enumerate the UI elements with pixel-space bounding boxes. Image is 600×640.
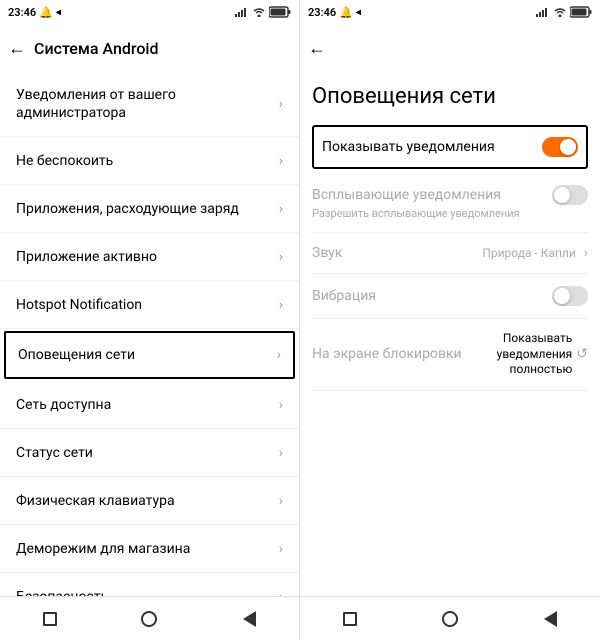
menu-item-battery-apps-chevron: › bbox=[279, 201, 283, 217]
right-nav-recents-icon bbox=[343, 612, 357, 626]
setting-sound-right: Природа - Капли › bbox=[482, 245, 588, 261]
menu-item-app-active[interactable]: Приложение активно › bbox=[0, 233, 299, 281]
menu-item-physical-keyboard[interactable]: Физическая клавиатура › bbox=[0, 477, 299, 525]
left-status-right bbox=[235, 6, 291, 18]
left-panel: 23:46 🔔 ◂ ← С bbox=[0, 0, 300, 640]
left-nav-recents-icon bbox=[43, 612, 57, 626]
setting-popup-notifications-sublabel: Разрешить всплывающие уведомления bbox=[312, 207, 520, 220]
menu-item-admin-notifications-label: Уведомления от вашего администратора bbox=[16, 86, 279, 122]
left-direction-icon: ◂ bbox=[56, 7, 61, 18]
menu-item-do-not-disturb-label: Не беспокоить bbox=[16, 152, 113, 170]
left-signal-icon bbox=[235, 7, 249, 17]
left-nav-home-icon bbox=[141, 611, 157, 627]
menu-item-security-chevron: › bbox=[279, 589, 283, 596]
left-header-title: Система Android bbox=[34, 39, 159, 58]
menu-item-battery-apps-label: Приложения, расходующие заряд bbox=[16, 200, 239, 218]
setting-lock-screen-chevron: ↺ bbox=[576, 346, 588, 362]
popup-toggle-knob bbox=[554, 187, 570, 203]
menu-item-demo-mode-chevron: › bbox=[279, 541, 283, 557]
right-nav-back-button[interactable] bbox=[530, 599, 570, 639]
left-battery-icon bbox=[269, 6, 291, 18]
right-status-left: 23:46 🔔 ◂ bbox=[308, 6, 361, 19]
right-battery-icon bbox=[570, 6, 592, 18]
left-nav-recents-button[interactable] bbox=[30, 599, 70, 639]
right-nav-home-icon bbox=[442, 611, 458, 627]
setting-sound-value: Природа - Капли bbox=[482, 246, 575, 260]
menu-item-physical-keyboard-label: Физическая клавиатура bbox=[16, 492, 175, 510]
setting-popup-notifications[interactable]: Всплывающие уведомления Разрешить всплыв… bbox=[312, 173, 588, 233]
menu-item-battery-apps[interactable]: Приложения, расходующие заряд › bbox=[0, 185, 299, 233]
left-back-button[interactable]: ← bbox=[8, 38, 26, 59]
right-wifi-icon bbox=[553, 7, 567, 17]
menu-item-network-status-chevron: › bbox=[279, 445, 283, 461]
menu-item-demo-mode[interactable]: Деморежим для магазина › bbox=[0, 525, 299, 573]
right-nav-home-button[interactable] bbox=[430, 599, 470, 639]
left-time: 23:46 bbox=[8, 6, 36, 19]
menu-item-hotspot-notification[interactable]: Hotspot Notification › bbox=[0, 281, 299, 329]
menu-item-admin-notifications[interactable]: Уведомления от вашего администратора › bbox=[0, 72, 299, 137]
menu-item-hotspot-notification-chevron: › bbox=[279, 297, 283, 313]
right-header: ← bbox=[300, 24, 600, 72]
setting-vibration[interactable]: Вибрация bbox=[312, 274, 588, 319]
right-status-right bbox=[536, 6, 592, 18]
menu-item-security-label: Безопасность bbox=[16, 588, 108, 596]
setting-popup-notifications-toggle[interactable] bbox=[552, 185, 588, 205]
setting-lock-screen-label: На экране блокировки bbox=[312, 346, 482, 362]
menu-item-do-not-disturb[interactable]: Не беспокоить › bbox=[0, 137, 299, 185]
right-status-bar: 23:46 🔔 ◂ bbox=[300, 0, 600, 24]
right-nav-bar bbox=[300, 596, 600, 640]
menu-item-security[interactable]: Безопасность › bbox=[0, 573, 299, 596]
right-signal-icon bbox=[536, 7, 550, 17]
right-time: 23:46 bbox=[308, 6, 336, 19]
setting-lock-screen[interactable]: На экране блокировки Показывать уведомле… bbox=[312, 319, 588, 391]
setting-sound-chevron: › bbox=[584, 245, 588, 261]
setting-lock-screen-right: Показывать уведомления полностью ↺ bbox=[482, 331, 588, 378]
menu-item-network-alerts[interactable]: Оповещения сети › bbox=[4, 331, 295, 379]
toggle-knob bbox=[560, 139, 576, 155]
setting-sound[interactable]: Звук Природа - Капли › bbox=[312, 233, 588, 274]
left-nav-home-button[interactable] bbox=[129, 599, 169, 639]
setting-vibration-label: Вибрация bbox=[312, 288, 552, 304]
menu-item-do-not-disturb-chevron: › bbox=[279, 153, 283, 169]
left-status-left: 23:46 🔔 ◂ bbox=[8, 6, 61, 19]
right-page-title: Оповещения сети bbox=[312, 72, 588, 125]
right-nav-back-icon bbox=[544, 611, 557, 627]
right-back-button[interactable]: ← bbox=[308, 38, 326, 59]
menu-item-network-status[interactable]: Статус сети › bbox=[0, 429, 299, 477]
left-wifi-icon bbox=[252, 7, 266, 17]
setting-vibration-toggle[interactable] bbox=[552, 286, 588, 306]
menu-item-network-status-label: Статус сети bbox=[16, 444, 93, 462]
right-content: Оповещения сети Показывать уведомления В… bbox=[300, 72, 600, 596]
menu-item-physical-keyboard-chevron: › bbox=[279, 493, 283, 509]
right-nav-recents-button[interactable] bbox=[330, 599, 370, 639]
menu-item-app-active-chevron: › bbox=[279, 249, 283, 265]
menu-item-admin-notifications-chevron: › bbox=[279, 96, 283, 112]
setting-show-notifications-toggle[interactable] bbox=[542, 137, 578, 157]
left-menu-list: Уведомления от вашего администратора › Н… bbox=[0, 72, 299, 596]
left-nav-back-button[interactable] bbox=[229, 599, 269, 639]
menu-item-app-active-label: Приложение активно bbox=[16, 248, 157, 266]
right-direction-icon: ◂ bbox=[356, 7, 361, 18]
setting-popup-notifications-label: Всплывающие уведомления bbox=[312, 187, 552, 203]
menu-item-hotspot-notification-label: Hotspot Notification bbox=[16, 296, 142, 314]
left-nav-back-icon bbox=[243, 611, 256, 627]
setting-lock-screen-value: Показывать уведомления полностью bbox=[482, 331, 572, 378]
menu-item-network-available[interactable]: Сеть доступна › bbox=[0, 381, 299, 429]
left-alarm-icon: 🔔 bbox=[39, 6, 53, 19]
left-header: ← Система Android bbox=[0, 24, 299, 72]
setting-show-notifications[interactable]: Показывать уведомления bbox=[312, 125, 588, 169]
menu-item-network-available-chevron: › bbox=[279, 397, 283, 413]
menu-item-network-alerts-label: Оповещения сети bbox=[18, 346, 135, 364]
menu-item-demo-mode-label: Деморежим для магазина bbox=[16, 540, 190, 558]
left-status-bar: 23:46 🔔 ◂ bbox=[0, 0, 299, 24]
right-alarm-icon: 🔔 bbox=[339, 6, 353, 19]
right-panel: 23:46 🔔 ◂ ← bbox=[300, 0, 600, 640]
menu-item-network-available-label: Сеть доступна bbox=[16, 396, 111, 414]
menu-item-network-alerts-chevron: › bbox=[277, 347, 281, 363]
left-nav-bar bbox=[0, 596, 299, 640]
vibration-toggle-knob bbox=[554, 288, 570, 304]
setting-sound-label: Звук bbox=[312, 245, 482, 261]
setting-show-notifications-label: Показывать уведомления bbox=[322, 139, 542, 155]
